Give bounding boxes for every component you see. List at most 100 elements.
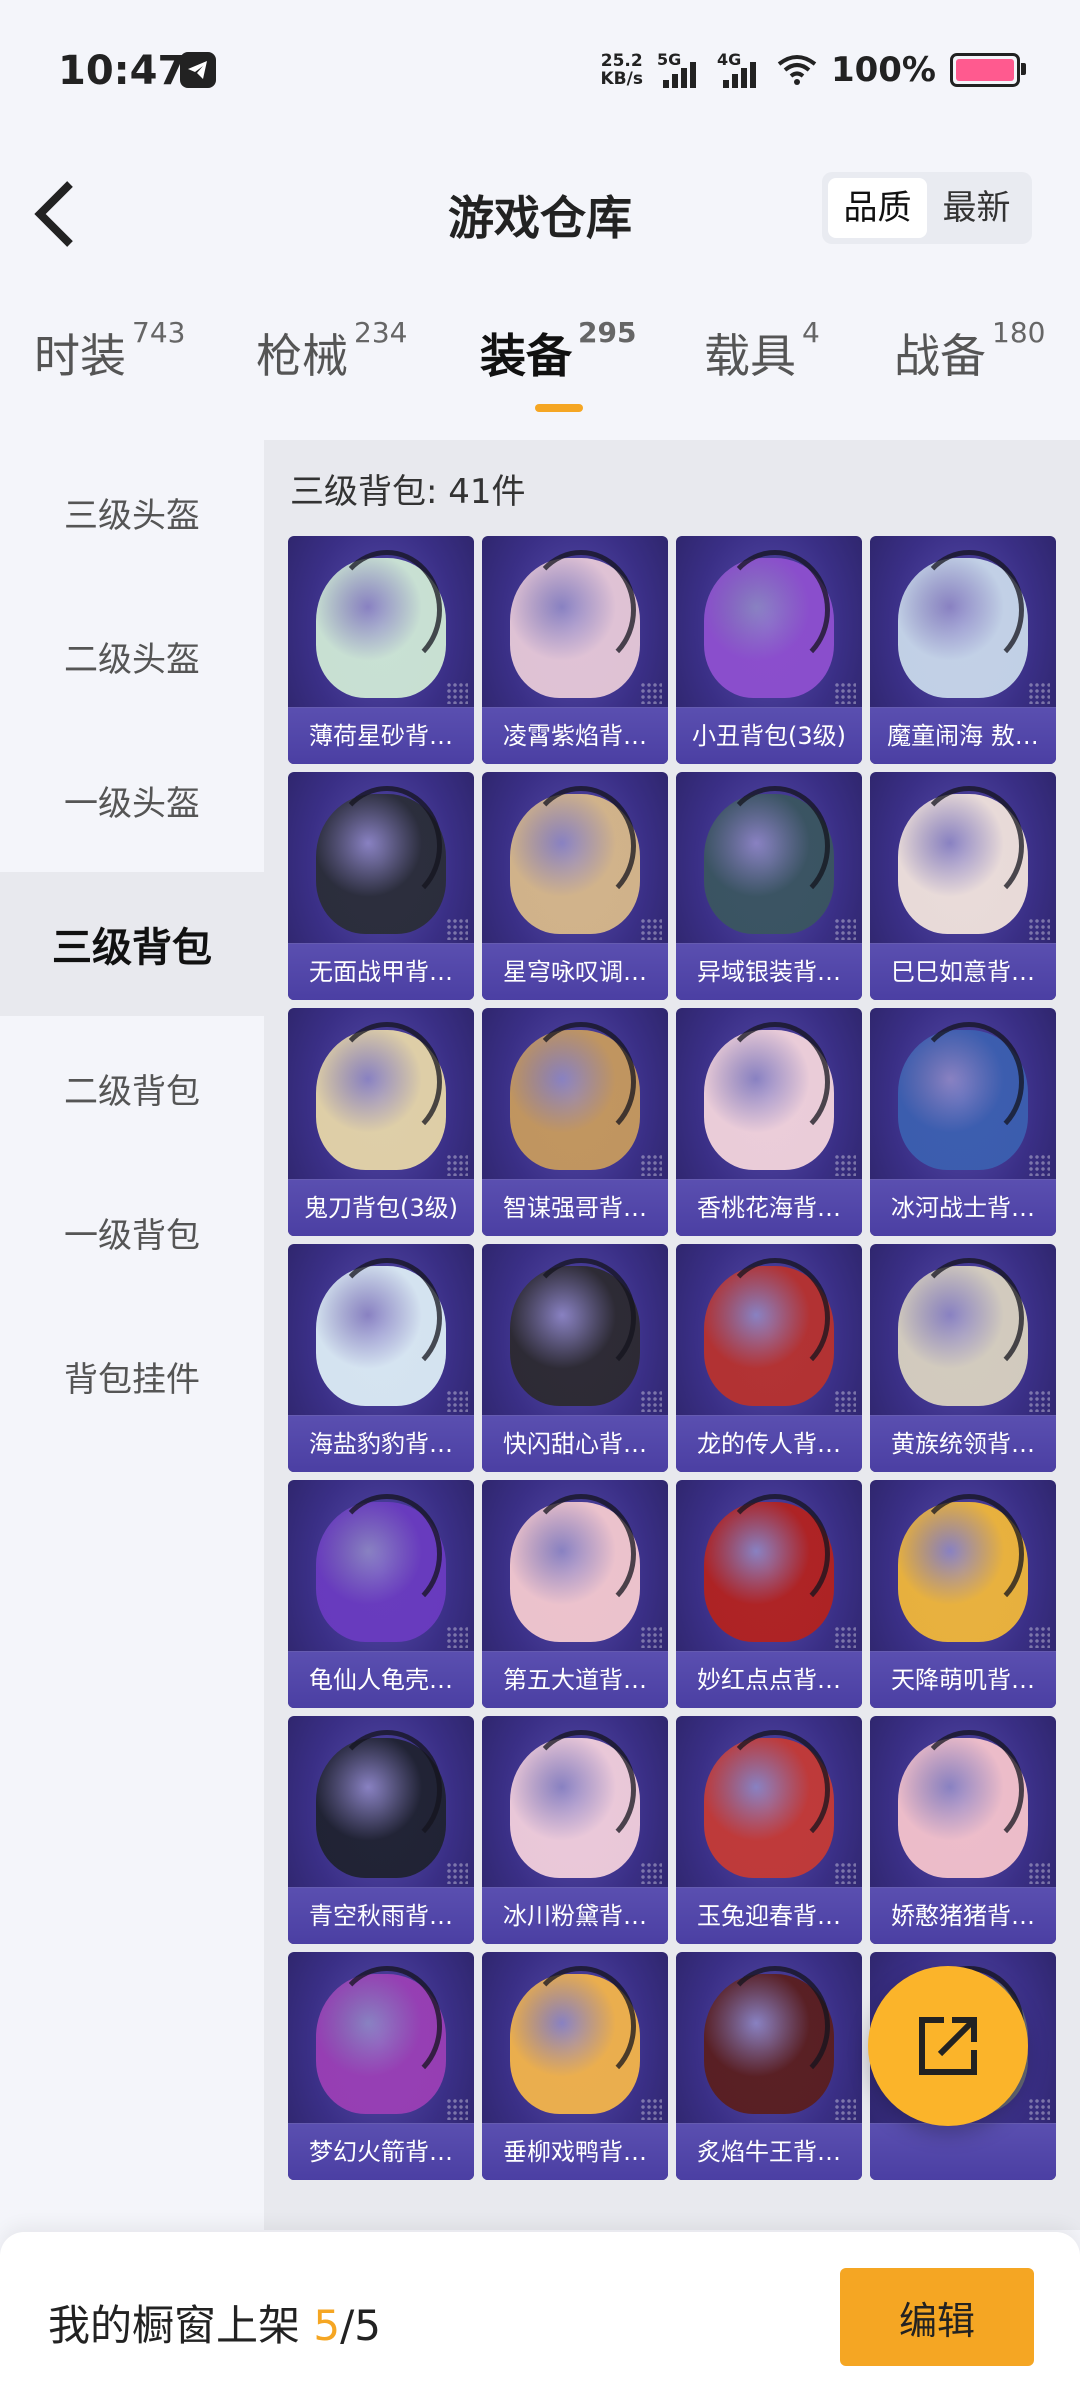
- item-card[interactable]: 魔童闹海 敖…: [870, 536, 1056, 764]
- card-decoration: [640, 918, 662, 940]
- card-decoration: [834, 918, 856, 940]
- tab-supplies[interactable]: 战备 180: [894, 316, 1045, 386]
- tab-fashion[interactable]: 时装 743: [34, 316, 185, 386]
- card-decoration: [640, 1154, 662, 1176]
- item-name: [870, 2123, 1056, 2180]
- backpack-strap: [720, 550, 830, 670]
- share-button[interactable]: [868, 1966, 1028, 2126]
- item-card[interactable]: 海盐豹豹背…: [288, 1244, 474, 1472]
- card-decoration: [446, 1390, 468, 1412]
- item-name: 快闪甜心背…: [482, 1415, 668, 1472]
- backpack-strap: [526, 1258, 636, 1378]
- item-card[interactable]: 异域银装背…: [676, 772, 862, 1000]
- showcase-count: 我的橱窗上架 5/5: [48, 2301, 381, 2350]
- backpack-strap: [332, 1258, 442, 1378]
- card-decoration: [1028, 682, 1050, 704]
- item-card[interactable]: 快闪甜心背…: [482, 1244, 668, 1472]
- item-name: 玉兔迎春背…: [676, 1887, 862, 1944]
- item-name: 垂柳戏鸭背…: [482, 2123, 668, 2180]
- item-card[interactable]: 香桃花海背…: [676, 1008, 862, 1236]
- item-list-panel: 三级背包: 41件 薄荷星砂背… 凌霄紫焰背… 小丑背包(3级) 魔童闹海 敖… 无面战…: [264, 440, 1080, 2230]
- item-name: 冰河战士背…: [870, 1179, 1056, 1236]
- item-card[interactable]: 星穹咏叹调…: [482, 772, 668, 1000]
- item-card[interactable]: 垂柳戏鸭背…: [482, 1952, 668, 2180]
- card-decoration: [834, 2098, 856, 2120]
- bottom-bar: 我的橱窗上架 5/5 编辑: [0, 2232, 1080, 2400]
- item-card[interactable]: 妙红点点背…: [676, 1480, 862, 1708]
- item-name: 黄族统领背…: [870, 1415, 1056, 1472]
- telegram-icon: [180, 52, 216, 88]
- item-card[interactable]: 小丑背包(3级): [676, 536, 862, 764]
- sidebar-item-backpack-2[interactable]: 二级背包: [0, 1016, 264, 1160]
- backpack-strap: [332, 550, 442, 670]
- item-card[interactable]: 娇憨猪猪背…: [870, 1716, 1056, 1944]
- card-decoration: [834, 1626, 856, 1648]
- item-name: 妙红点点背…: [676, 1651, 862, 1708]
- item-card[interactable]: 冰河战士背…: [870, 1008, 1056, 1236]
- item-card[interactable]: 智谋强哥背…: [482, 1008, 668, 1236]
- sidebar-item-helmet-3[interactable]: 三级头盔: [0, 440, 264, 584]
- sidebar-item-backpack-pendant[interactable]: 背包挂件: [0, 1304, 264, 1448]
- sidebar-item-helmet-1[interactable]: 一级头盔: [0, 728, 264, 872]
- item-card[interactable]: 龙的传人背…: [676, 1244, 862, 1472]
- item-card[interactable]: 玉兔迎春背…: [676, 1716, 862, 1944]
- card-decoration: [446, 1626, 468, 1648]
- backpack-strap: [914, 1494, 1024, 1614]
- backpack-strap: [720, 1258, 830, 1378]
- edit-button[interactable]: 编辑: [840, 2268, 1034, 2366]
- backpack-strap: [720, 786, 830, 906]
- status-bar: 10:47 25.2 KB/s 5G 4G 100%: [0, 0, 1080, 140]
- tab-equipment[interactable]: 装备 295: [480, 316, 636, 386]
- item-name: 第五大道背…: [482, 1651, 668, 1708]
- wifi-icon: [777, 55, 817, 85]
- backpack-strap: [914, 550, 1024, 670]
- backpack-strap: [526, 786, 636, 906]
- item-name: 星穹咏叹调…: [482, 943, 668, 1000]
- item-grid: 薄荷星砂背… 凌霄紫焰背… 小丑背包(3级) 魔童闹海 敖… 无面战甲背… 星穹咏叹调… 异…: [288, 536, 1056, 2180]
- item-card[interactable]: 天降萌叽背…: [870, 1480, 1056, 1708]
- sort-toggle: 品质 最新: [822, 172, 1032, 244]
- card-decoration: [640, 1626, 662, 1648]
- item-card[interactable]: 第五大道背…: [482, 1480, 668, 1708]
- backpack-strap: [720, 1730, 830, 1850]
- item-card[interactable]: 青空秋雨背…: [288, 1716, 474, 1944]
- tab-vehicles[interactable]: 载具 4: [704, 316, 820, 386]
- card-decoration: [1028, 1154, 1050, 1176]
- backpack-strap: [526, 1730, 636, 1850]
- item-card[interactable]: 冰川粉黛背…: [482, 1716, 668, 1944]
- section-title: 三级背包: 41件: [290, 472, 526, 512]
- card-decoration: [446, 1154, 468, 1176]
- item-card[interactable]: 鬼刀背包(3级): [288, 1008, 474, 1236]
- item-name: 薄荷星砂背…: [288, 707, 474, 764]
- item-card[interactable]: 炙焰牛王背…: [676, 1952, 862, 2180]
- sort-option-newest[interactable]: 最新: [927, 178, 1026, 238]
- card-decoration: [640, 1862, 662, 1884]
- card-decoration: [446, 918, 468, 940]
- backpack-strap: [526, 1022, 636, 1142]
- item-card[interactable]: 黄族统领背…: [870, 1244, 1056, 1472]
- item-card[interactable]: 凌霄紫焰背…: [482, 536, 668, 764]
- tab-firearms[interactable]: 枪械 234: [256, 316, 407, 386]
- backpack-strap: [914, 1258, 1024, 1378]
- item-name: 龟仙人龟壳…: [288, 1651, 474, 1708]
- item-name: 鬼刀背包(3级): [288, 1179, 474, 1236]
- item-card[interactable]: 梦幻火箭背…: [288, 1952, 474, 2180]
- item-card[interactable]: 薄荷星砂背…: [288, 536, 474, 764]
- sidebar-item-backpack-1[interactable]: 一级背包: [0, 1160, 264, 1304]
- sidebar-item-backpack-3[interactable]: 三级背包: [0, 872, 264, 1016]
- app-header: 游戏仓库 品质 最新: [0, 150, 1080, 270]
- item-card[interactable]: 巳巳如意背…: [870, 772, 1056, 1000]
- active-tab-indicator: [535, 404, 583, 412]
- sort-option-quality[interactable]: 品质: [828, 178, 927, 238]
- sidebar-item-helmet-2[interactable]: 二级头盔: [0, 584, 264, 728]
- backpack-strap: [914, 786, 1024, 906]
- signal-4g-icon: 4G: [717, 50, 763, 90]
- backpack-strap: [914, 1022, 1024, 1142]
- item-card[interactable]: 龟仙人龟壳…: [288, 1480, 474, 1708]
- backpack-strap: [332, 1966, 442, 2086]
- item-card[interactable]: 无面战甲背…: [288, 772, 474, 1000]
- backpack-strap: [526, 1494, 636, 1614]
- card-decoration: [834, 682, 856, 704]
- battery-percent: 100%: [830, 50, 936, 90]
- item-name: 梦幻火箭背…: [288, 2123, 474, 2180]
